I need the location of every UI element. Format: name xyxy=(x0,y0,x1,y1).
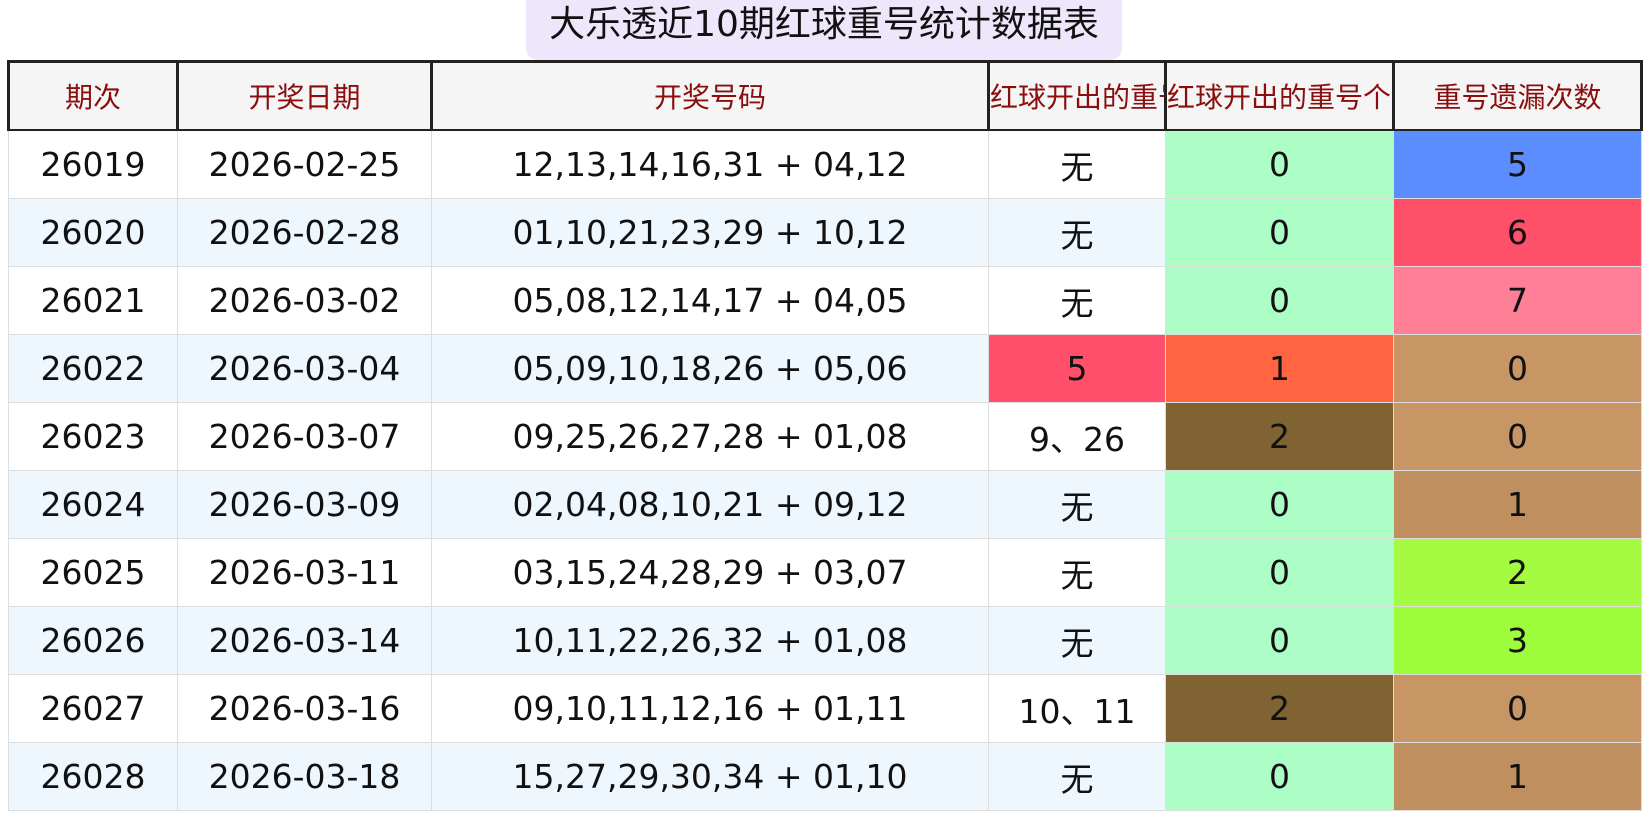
count-cell: 0 xyxy=(1165,266,1394,335)
period-cell: 26019 xyxy=(8,129,178,199)
table-row: 26023 2026-03-07 09,25,26,27,28 + 01,08 … xyxy=(8,402,1642,471)
miss-cell: 0 xyxy=(1393,334,1642,403)
numbers-cell: 12,13,14,16,31 + 04,12 xyxy=(431,129,989,199)
header-row: 期次 开奖日期 开奖号码 红球开出的重号 红球开出的重号个数 重号遗漏次数 xyxy=(7,60,1643,131)
miss-cell: 3 xyxy=(1393,606,1642,675)
numbers-cell: 05,09,10,18,26 + 05,06 xyxy=(431,334,989,403)
numbers-cell: 02,04,08,10,21 + 09,12 xyxy=(431,470,989,539)
date-cell: 2026-03-04 xyxy=(177,334,432,403)
miss-cell: 1 xyxy=(1393,470,1642,539)
numbers-cell: 05,08,12,14,17 + 04,05 xyxy=(431,266,989,335)
period-cell: 26022 xyxy=(8,334,178,403)
repeat-cell: 无 xyxy=(988,198,1166,267)
date-cell: 2026-03-18 xyxy=(177,742,432,811)
date-cell: 2026-03-09 xyxy=(177,470,432,539)
miss-cell: 0 xyxy=(1393,674,1642,743)
repeat-cell: 无 xyxy=(988,538,1166,607)
header-miss-count: 重号遗漏次数 xyxy=(1392,60,1643,131)
repeat-cell: 无 xyxy=(988,470,1166,539)
count-cell: 0 xyxy=(1165,129,1394,199)
table-row: 26022 2026-03-04 05,09,10,18,26 + 05,06 … xyxy=(8,334,1642,403)
numbers-cell: 09,10,11,12,16 + 01,11 xyxy=(431,674,989,743)
repeat-cell: 无 xyxy=(988,266,1166,335)
numbers-cell: 03,15,24,28,29 + 03,07 xyxy=(431,538,989,607)
header-repeat-count: 红球开出的重号个数 xyxy=(1164,60,1395,131)
repeat-cell: 无 xyxy=(988,129,1166,199)
date-cell: 2026-03-11 xyxy=(177,538,432,607)
count-cell: 0 xyxy=(1165,198,1394,267)
period-cell: 26021 xyxy=(8,266,178,335)
period-cell: 26023 xyxy=(8,402,178,471)
table-row: 26025 2026-03-11 03,15,24,28,29 + 03,07 … xyxy=(8,538,1642,607)
header-numbers: 开奖号码 xyxy=(430,60,990,131)
date-cell: 2026-02-28 xyxy=(177,198,432,267)
count-cell: 2 xyxy=(1165,674,1394,743)
miss-cell: 7 xyxy=(1393,266,1642,335)
header-date: 开奖日期 xyxy=(176,60,433,131)
period-cell: 26024 xyxy=(8,470,178,539)
miss-cell: 5 xyxy=(1393,129,1642,199)
repeat-cell: 10、11 xyxy=(988,674,1166,743)
count-cell: 0 xyxy=(1165,470,1394,539)
header-repeat-numbers: 红球开出的重号 xyxy=(987,60,1167,131)
numbers-cell: 15,27,29,30,34 + 01,10 xyxy=(431,742,989,811)
period-cell: 26028 xyxy=(8,742,178,811)
date-cell: 2026-02-25 xyxy=(177,129,432,199)
repeat-cell: 无 xyxy=(988,606,1166,675)
count-cell: 0 xyxy=(1165,606,1394,675)
date-cell: 2026-03-16 xyxy=(177,674,432,743)
period-cell: 26025 xyxy=(8,538,178,607)
count-cell: 2 xyxy=(1165,402,1394,471)
period-cell: 26026 xyxy=(8,606,178,675)
date-cell: 2026-03-14 xyxy=(177,606,432,675)
repeat-cell: 9、26 xyxy=(988,402,1166,471)
table-row: 26024 2026-03-09 02,04,08,10,21 + 09,12 … xyxy=(8,470,1642,539)
count-cell: 0 xyxy=(1165,538,1394,607)
numbers-cell: 01,10,21,23,29 + 10,12 xyxy=(431,198,989,267)
miss-cell: 0 xyxy=(1393,402,1642,471)
table-row: 26027 2026-03-16 09,10,11,12,16 + 01,11 … xyxy=(8,674,1642,743)
repeat-cell: 无 xyxy=(988,742,1166,811)
table-row: 26028 2026-03-18 15,27,29,30,34 + 01,10 … xyxy=(8,742,1642,811)
table-title: 大乐透近10期红球重号统计数据表 xyxy=(526,0,1122,60)
date-cell: 2026-03-02 xyxy=(177,266,432,335)
miss-cell: 2 xyxy=(1393,538,1642,607)
table-row: 26019 2026-02-25 12,13,14,16,31 + 04,12 … xyxy=(8,129,1642,199)
table-row: 26026 2026-03-14 10,11,22,26,32 + 01,08 … xyxy=(8,606,1642,675)
repeat-cell: 5 xyxy=(988,334,1166,403)
date-cell: 2026-03-07 xyxy=(177,402,432,471)
miss-cell: 1 xyxy=(1393,742,1642,811)
table-row: 26020 2026-02-28 01,10,21,23,29 + 10,12 … xyxy=(8,198,1642,267)
count-cell: 0 xyxy=(1165,742,1394,811)
numbers-cell: 09,25,26,27,28 + 01,08 xyxy=(431,402,989,471)
stats-table: 期次 开奖日期 开奖号码 红球开出的重号 红球开出的重号个数 重号遗漏次数 26… xyxy=(7,60,1643,811)
count-cell: 1 xyxy=(1165,334,1394,403)
miss-cell: 6 xyxy=(1393,198,1642,267)
header-period: 期次 xyxy=(7,60,179,131)
period-cell: 26027 xyxy=(8,674,178,743)
numbers-cell: 10,11,22,26,32 + 01,08 xyxy=(431,606,989,675)
table-row: 26021 2026-03-02 05,08,12,14,17 + 04,05 … xyxy=(8,266,1642,335)
period-cell: 26020 xyxy=(8,198,178,267)
